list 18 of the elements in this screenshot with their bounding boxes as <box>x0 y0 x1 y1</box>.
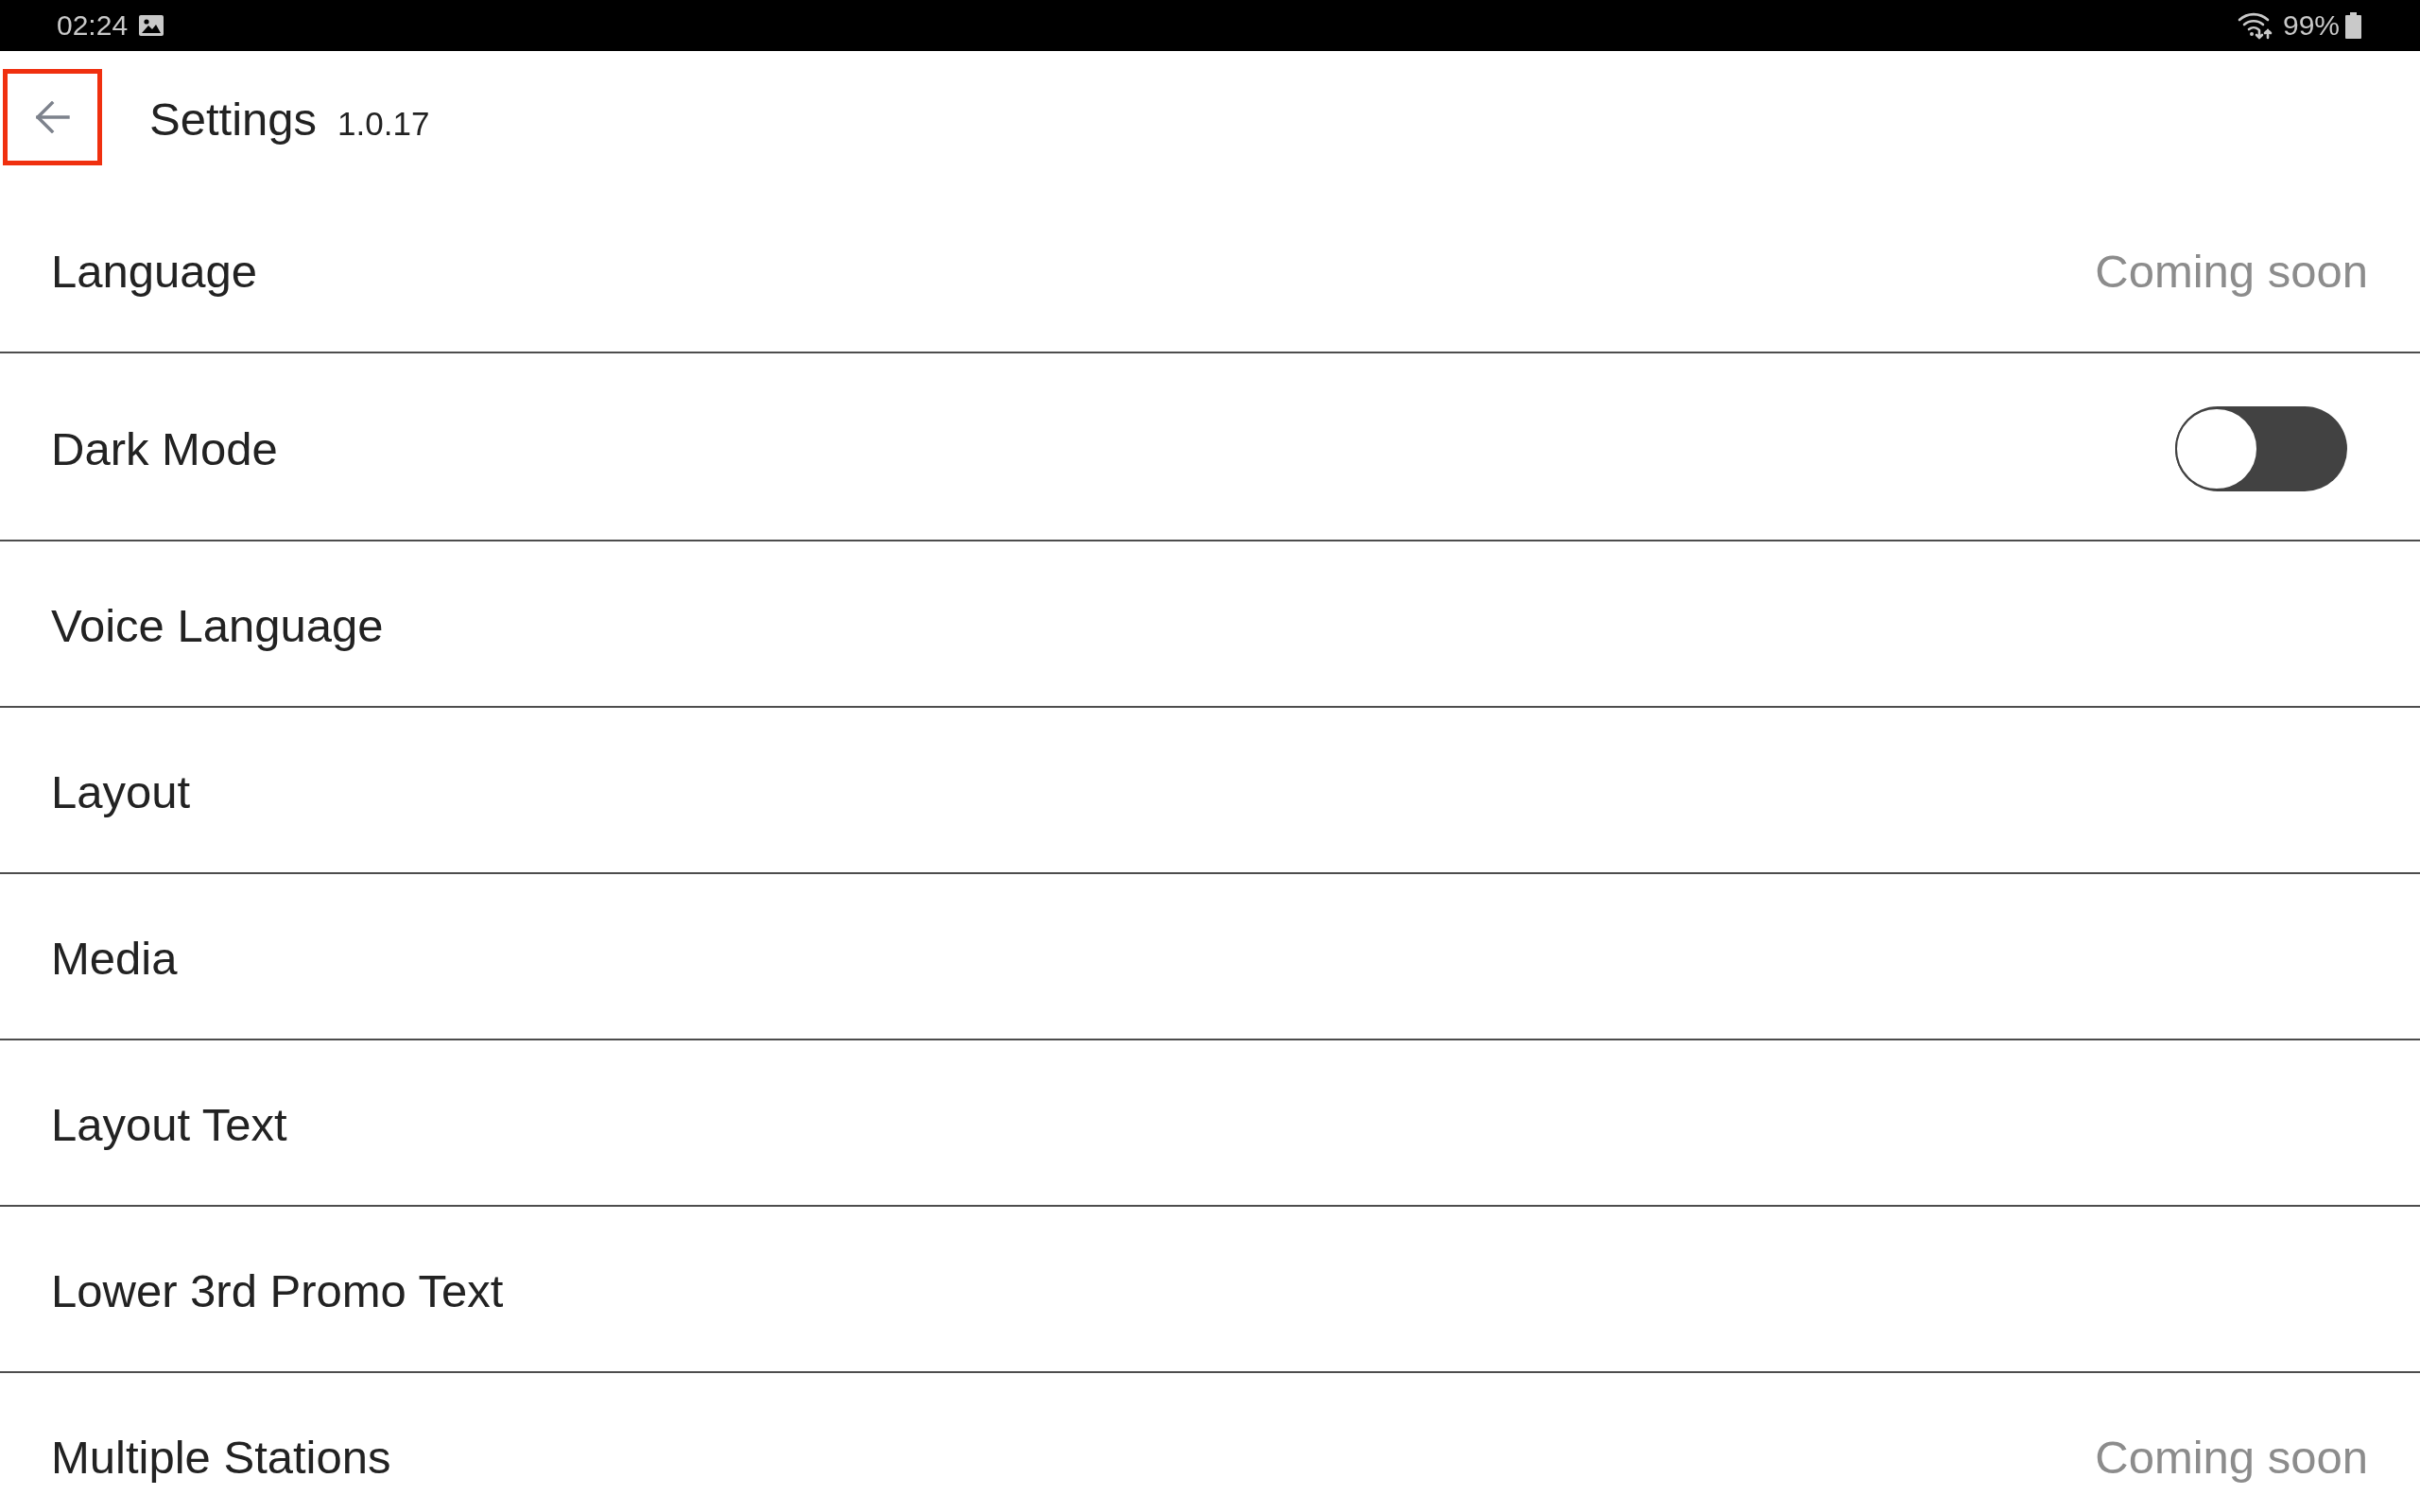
setting-label[interactable]: Voice Language <box>51 599 384 652</box>
status-time: 02:24 <box>57 11 129 40</box>
image-icon <box>139 15 164 36</box>
page-title: Settings <box>149 93 318 146</box>
setting-value: Coming soon <box>2095 245 2368 298</box>
setting-label[interactable]: Language <box>51 245 257 298</box>
battery-percent: 99% <box>2282 11 2340 40</box>
setting-value: Coming soon <box>2095 1431 2368 1484</box>
setting-label[interactable]: Layout Text <box>51 1098 287 1151</box>
battery-icon <box>2345 12 2361 39</box>
version-number: 1.0.17 <box>337 105 430 143</box>
setting-label[interactable]: Dark Mode <box>51 421 278 475</box>
setting-label[interactable]: Multiple Stations <box>51 1431 391 1484</box>
wifi-icon <box>2237 11 2273 40</box>
back-button[interactable] <box>3 69 102 165</box>
setting-label[interactable]: Media <box>51 932 178 985</box>
setting-label[interactable]: Layout <box>51 765 191 818</box>
setting-label[interactable]: Lower 3rd Promo Text <box>51 1264 504 1317</box>
